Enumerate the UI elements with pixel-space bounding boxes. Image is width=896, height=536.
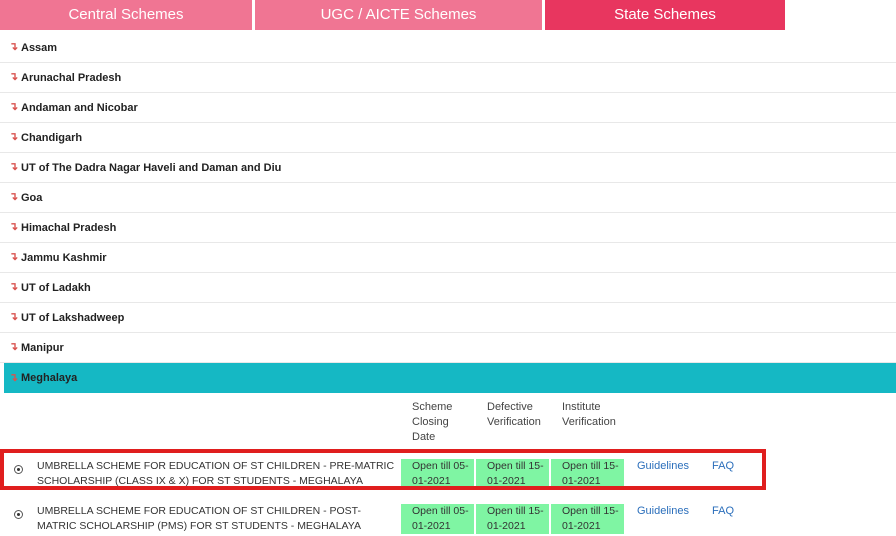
- state-item-andaman-and-nicobar[interactable]: ↴ Andaman and Nicobar: [0, 93, 896, 123]
- state-item-jammu-kashmir[interactable]: ↴ Jammu Kashmir: [0, 243, 896, 273]
- expand-arrow-icon: ↴: [9, 371, 19, 384]
- state-item-goa[interactable]: ↴ Goa: [0, 183, 896, 213]
- state-name: Assam: [21, 41, 58, 54]
- state-item-ladakh[interactable]: ↴ UT of Ladakh: [0, 273, 896, 303]
- state-item-dadra-nagar-haveli-daman-diu[interactable]: ↴ UT of The Dadra Nagar Haveli and Daman …: [0, 153, 896, 183]
- expand-arrow-icon: ↴: [9, 311, 19, 323]
- state-name: Manipur: [21, 341, 64, 354]
- state-item-manipur[interactable]: ↴ Manipur: [0, 333, 896, 363]
- header-defective-verification: Defective Verification: [487, 401, 541, 428]
- scheme-row: UMBRELLA SCHEME FOR EDUCATION OF ST CHIL…: [0, 504, 896, 534]
- scheme-row: UMBRELLA SCHEME FOR EDUCATION OF ST CHIL…: [0, 459, 896, 489]
- defective-verification-cell: Open till 15-01-2021: [476, 459, 549, 489]
- state-name: Jammu Kashmir: [21, 251, 107, 264]
- state-name: UT of Lakshadweep: [21, 311, 125, 324]
- state-item-arunachal-pradesh[interactable]: ↴ Arunachal Pradesh: [0, 63, 896, 93]
- scheme-tabs: Central Schemes UGC / AICTE Schemes Stat…: [0, 0, 896, 31]
- scheme-radio[interactable]: [14, 510, 23, 519]
- closing-date-cell: Open till 05-01-2021: [401, 459, 474, 489]
- tab-central-schemes[interactable]: Central Schemes: [0, 0, 252, 30]
- scheme-table: Scheme Closing Date Defective Verificati…: [0, 393, 896, 536]
- expand-arrow-icon: ↴: [9, 101, 19, 113]
- state-name: UT of Ladakh: [21, 281, 91, 294]
- state-name: Goa: [21, 191, 43, 204]
- defective-verification-cell: Open till 15-01-2021: [476, 504, 549, 534]
- state-item-lakshadweep[interactable]: ↴ UT of Lakshadweep: [0, 303, 896, 333]
- expand-arrow-icon: ↴: [9, 341, 19, 353]
- state-item-assam[interactable]: ↴ Assam: [0, 33, 896, 63]
- institute-verification-cell: Open till 15-01-2021: [551, 504, 624, 534]
- guidelines-link[interactable]: Guidelines: [637, 504, 689, 519]
- header-institute-verification: Institute Verification: [562, 401, 616, 428]
- institute-verification-cell: Open till 15-01-2021: [551, 459, 624, 489]
- faq-link[interactable]: FAQ: [712, 459, 734, 474]
- state-name: Arunachal Pradesh: [21, 71, 122, 84]
- state-name: Chandigarh: [21, 131, 83, 144]
- header-scheme-closing-date: Scheme Closing Date: [412, 401, 453, 443]
- expand-arrow-icon: ↴: [9, 41, 19, 53]
- state-list: ↴ Assam ↴ Arunachal Pradesh ↴ Andaman and N…: [0, 33, 896, 393]
- scheme-name: UMBRELLA SCHEME FOR EDUCATION OF ST CHIL…: [37, 460, 395, 487]
- expand-arrow-icon: ↴: [9, 131, 19, 143]
- guidelines-link[interactable]: Guidelines: [637, 459, 689, 474]
- scheme-name: UMBRELLA SCHEME FOR EDUCATION OF ST CHIL…: [37, 505, 361, 532]
- scheme-radio[interactable]: [14, 465, 23, 474]
- expand-arrow-icon: ↴: [9, 191, 19, 203]
- expand-arrow-icon: ↴: [9, 161, 19, 173]
- expand-arrow-icon: ↴: [9, 221, 19, 233]
- state-item-meghalaya[interactable]: ↴ Meghalaya: [4, 363, 896, 393]
- state-item-chandigarh[interactable]: ↴ Chandigarh: [0, 123, 896, 153]
- tab-ugc-aicte-schemes[interactable]: UGC / AICTE Schemes: [255, 0, 542, 30]
- state-name: Meghalaya: [21, 372, 78, 384]
- state-name: Himachal Pradesh: [21, 221, 117, 234]
- tab-state-schemes[interactable]: State Schemes: [545, 0, 785, 30]
- expand-arrow-icon: ↴: [9, 71, 19, 83]
- faq-link[interactable]: FAQ: [712, 504, 734, 519]
- expand-arrow-icon: ↴: [9, 251, 19, 263]
- state-name: UT of The Dadra Nagar Haveli and Daman a…: [21, 161, 282, 174]
- expand-arrow-icon: ↴: [9, 281, 19, 293]
- state-name: Andaman and Nicobar: [21, 101, 138, 114]
- state-item-himachal-pradesh[interactable]: ↴ Himachal Pradesh: [0, 213, 896, 243]
- closing-date-cell: Open till 05-01-2021: [401, 504, 474, 534]
